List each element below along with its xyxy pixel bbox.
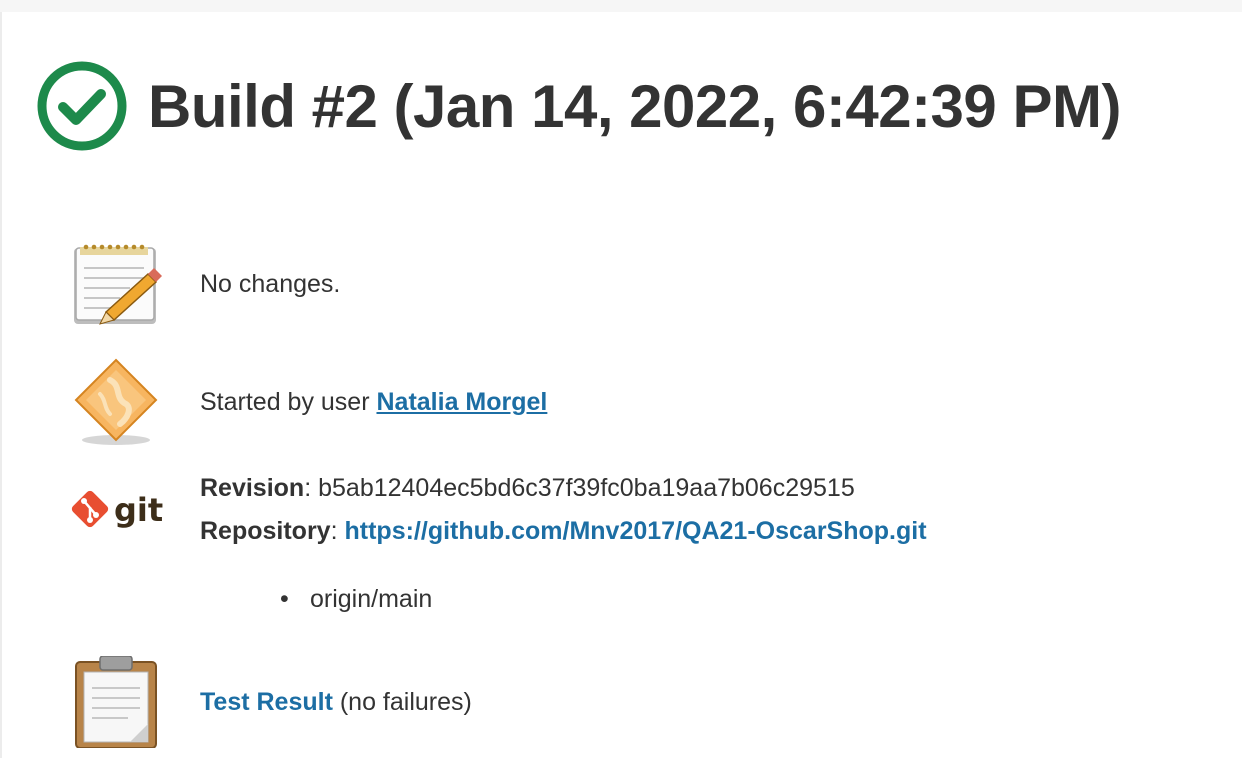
repository-line: Repository: https://github.com/Mnv2017/Q… — [200, 517, 927, 545]
cause-text: Started by user Natalia Morgel — [200, 385, 547, 419]
branch-list: origin/main — [280, 585, 432, 614]
cause-prefix: Started by user — [200, 388, 377, 416]
test-result-row: Test Result (no failures) — [70, 656, 472, 748]
git-details: Revision: b5ab12404ec5bd6c37f39fc0ba19aa… — [200, 467, 927, 553]
test-result-suffix: (no failures) — [332, 688, 472, 716]
build-header: Build #2 (Jan 14, 2022, 6:42:39 PM) — [36, 60, 1121, 152]
changes-row: No changes. — [70, 238, 340, 330]
test-result-text: Test Result (no failures) — [200, 685, 472, 719]
cause-row: Started by user Natalia Morgel — [70, 356, 547, 448]
build-page: Build #2 (Jan 14, 2022, 6:42:39 PM) No c… — [0, 12, 1242, 758]
notepad-icon — [70, 238, 162, 330]
page-title: Build #2 (Jan 14, 2022, 6:42:39 PM) — [148, 72, 1121, 140]
user-link[interactable]: Natalia Morgel — [376, 388, 547, 416]
check-circle-icon — [37, 61, 127, 151]
repository-link[interactable]: https://github.com/Mnv2017/QA21-OscarSho… — [345, 517, 927, 545]
changes-text: No changes. — [200, 270, 341, 298]
revision-value: b5ab12404ec5bd6c37f39fc0ba19aa7b06c29515 — [318, 474, 855, 502]
clipboard-icon — [70, 656, 162, 748]
revision-line: Revision: b5ab12404ec5bd6c37f39fc0ba19aa… — [200, 474, 855, 502]
revision-label: Revision — [200, 474, 305, 502]
branch-item: origin/main — [280, 585, 432, 614]
git-logo-text: git — [114, 491, 163, 529]
test-result-link[interactable]: Test Result — [200, 688, 333, 716]
git-icon: git — [71, 490, 163, 529]
repository-label: Repository — [200, 517, 331, 545]
user-diamond-icon — [70, 356, 162, 448]
